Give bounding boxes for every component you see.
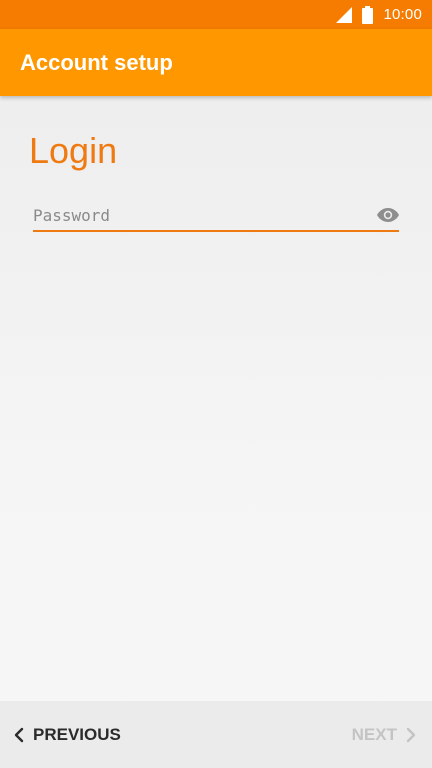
chevron-left-icon (14, 727, 24, 743)
status-bar: 10:00 (0, 0, 432, 29)
account-setup-screen: 10:00 Account setup Login PREVIOUS NEXT (0, 0, 432, 768)
signal-icon (336, 6, 353, 23)
status-time: 10:00 (383, 6, 422, 23)
password-input[interactable] (33, 200, 363, 230)
app-bar: Account setup (0, 29, 432, 96)
battery-icon (362, 5, 374, 24)
previous-button[interactable]: PREVIOUS (14, 701, 121, 768)
bottom-navigation-bar: PREVIOUS NEXT (0, 701, 432, 768)
next-label: NEXT (351, 724, 397, 744)
chevron-right-icon (406, 727, 416, 743)
app-title: Account setup (20, 50, 173, 75)
next-button[interactable]: NEXT (352, 701, 416, 768)
password-field[interactable] (33, 200, 399, 232)
previous-label: PREVIOUS (33, 724, 121, 744)
eye-icon[interactable] (377, 206, 399, 224)
page-heading: Login (29, 130, 118, 171)
status-icons: 10:00 (336, 0, 422, 29)
